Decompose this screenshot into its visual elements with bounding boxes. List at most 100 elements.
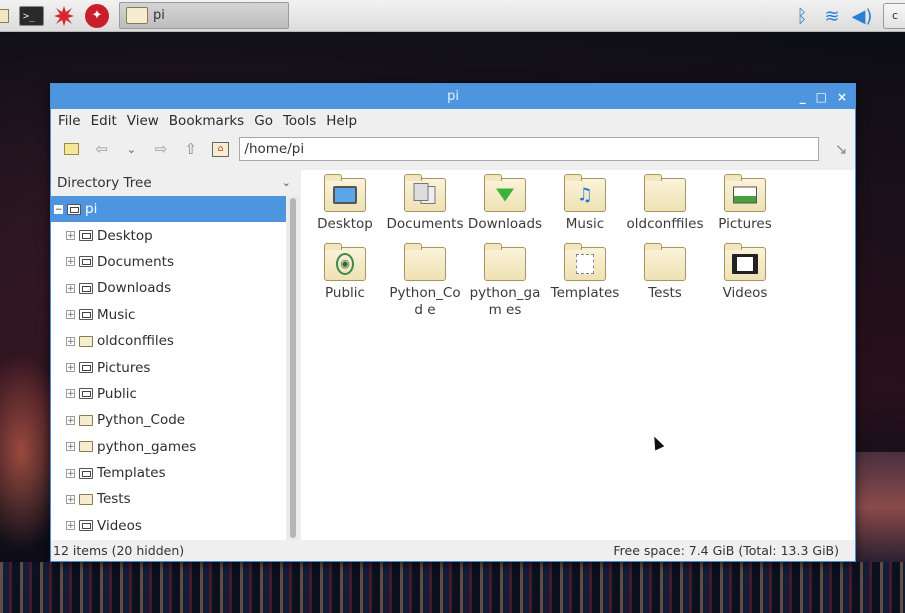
taskbar-window-button[interactable]: pi xyxy=(119,2,289,29)
up-button[interactable]: ⇧ xyxy=(178,136,204,162)
expand-icon[interactable]: + xyxy=(66,494,75,504)
mathematica-launcher[interactable]: ✦ xyxy=(84,4,110,28)
window-title: pi xyxy=(447,89,459,104)
expand-icon[interactable]: + xyxy=(66,389,75,399)
menu-bookmarks[interactable]: Bookmarks xyxy=(164,113,249,129)
folder-item-label: Desktop xyxy=(317,216,373,232)
menu-file[interactable]: File xyxy=(53,113,86,129)
folder-icon xyxy=(484,243,526,281)
forward-arrow-icon: ⇨ xyxy=(154,140,168,158)
folder-item-tests[interactable]: Tests xyxy=(625,243,705,302)
close-button[interactable]: × xyxy=(837,90,847,104)
folder-item-python-code[interactable]: Python_Cod e xyxy=(385,243,465,319)
free-space-status: Free space: 7.4 GiB (Total: 13.3 GiB) xyxy=(613,543,839,558)
tree-item-label: Pictures xyxy=(97,359,151,376)
toolbar: ⇦ ⌄ ⇨ ⇧ ⌂ /home/pi ↘ xyxy=(51,133,855,165)
back-arrow-icon: ⇦ xyxy=(95,140,108,158)
tree-scrollbar[interactable] xyxy=(287,196,299,540)
volume-icon[interactable]: ◀) xyxy=(847,6,877,27)
expand-icon[interactable]: + xyxy=(66,231,75,241)
folder-item-templates[interactable]: Templates xyxy=(545,243,625,302)
tree-item-python-code[interactable]: + Python_Code xyxy=(51,407,286,433)
tree-item-label: oldconffiles xyxy=(97,333,174,350)
terminal-launcher[interactable]: >_ xyxy=(18,4,45,28)
pictures-folder-icon xyxy=(79,362,93,374)
tree-item-oldconffiles[interactable]: + oldconffiles xyxy=(51,328,286,354)
wolfram-launcher[interactable] xyxy=(52,4,76,28)
folder-item-label: Videos xyxy=(722,285,768,301)
window-controls: _ □ × xyxy=(800,84,847,109)
tree-item-label: python_games xyxy=(97,438,197,455)
expand-icon[interactable]: + xyxy=(66,283,75,293)
history-dropdown-button[interactable]: ⌄ xyxy=(118,136,144,162)
folder-view: Desktop Documents Downloads ♫ Music oldc… xyxy=(301,170,855,540)
menu-edit[interactable]: Edit xyxy=(86,113,122,129)
wifi-icon[interactable]: ≋ xyxy=(817,6,847,27)
menu-tools[interactable]: Tools xyxy=(278,113,321,129)
expand-icon[interactable]: + xyxy=(66,310,75,320)
expand-icon[interactable]: + xyxy=(66,415,75,425)
tree-item-tests[interactable]: + Tests xyxy=(51,486,286,512)
tree-item-python-games[interactable]: + python_games xyxy=(51,434,286,460)
folder-item-label: Python_Cod e xyxy=(389,285,461,318)
folder-item-pictures[interactable]: Pictures xyxy=(705,174,785,233)
folder-item-downloads[interactable]: Downloads xyxy=(465,174,545,233)
home-button[interactable]: ⌂ xyxy=(208,136,234,162)
chevron-down-icon: ⌄ xyxy=(126,142,136,156)
side-pane-mode-selector[interactable]: Directory Tree ⌄ xyxy=(51,170,299,195)
panel-overflow-button[interactable]: c xyxy=(883,3,905,29)
expand-icon[interactable]: + xyxy=(66,442,75,452)
tree-item-downloads[interactable]: + Downloads xyxy=(51,275,286,301)
minimize-button[interactable]: _ xyxy=(800,90,806,104)
new-folder-icon xyxy=(64,143,80,155)
expand-icon[interactable]: + xyxy=(66,521,75,531)
tree-item-pi[interactable]: − pi xyxy=(51,196,286,223)
folder-item-public[interactable]: ◉ Public xyxy=(305,243,385,302)
expand-icon[interactable]: + xyxy=(66,336,75,346)
chevron-down-icon: ⌄ xyxy=(281,176,291,189)
go-arrow-icon: ↘ xyxy=(834,140,848,158)
folder-item-desktop[interactable]: Desktop xyxy=(305,174,385,233)
maximize-button[interactable]: □ xyxy=(816,90,827,104)
menu-view[interactable]: View xyxy=(122,113,164,129)
menu-help[interactable]: Help xyxy=(321,113,362,129)
tree-scrollbar-thumb[interactable] xyxy=(290,198,296,538)
side-pane-mode-label: Directory Tree xyxy=(57,174,152,191)
home-folder-icon xyxy=(67,203,81,215)
menu-go[interactable]: Go xyxy=(249,113,278,129)
tree-item-label: Public xyxy=(97,385,137,402)
bluetooth-icon[interactable]: ᛒ xyxy=(787,6,817,27)
go-button[interactable]: ↘ xyxy=(827,140,855,158)
location-bar[interactable]: /home/pi xyxy=(239,137,820,161)
folder-item-videos[interactable]: Videos xyxy=(705,243,785,302)
expand-icon[interactable]: + xyxy=(66,257,75,267)
directory-tree: − pi + Desktop + Documents + Downloads +… xyxy=(51,196,286,540)
window-titlebar[interactable]: pi _ □ × xyxy=(51,84,855,109)
folder-item-documents[interactable]: Documents xyxy=(385,174,465,233)
expand-icon[interactable]: + xyxy=(66,468,75,478)
background-water-reflection xyxy=(0,562,905,613)
new-tab-button[interactable] xyxy=(59,136,85,162)
tree-item-music[interactable]: + Music xyxy=(51,302,286,328)
folder-item-label: Documents xyxy=(386,216,464,232)
up-arrow-icon: ⇧ xyxy=(184,140,198,158)
forward-button[interactable]: ⇨ xyxy=(148,136,174,162)
folder-item-python-games[interactable]: python_gam es xyxy=(465,243,545,319)
public-folder-icon: ◉ xyxy=(324,243,366,281)
tree-item-documents[interactable]: + Documents xyxy=(51,249,286,275)
back-button[interactable]: ⇦ xyxy=(89,136,115,162)
tree-item-public[interactable]: + Public xyxy=(51,381,286,407)
collapse-icon[interactable]: − xyxy=(54,204,63,214)
file-manager-launcher[interactable] xyxy=(0,4,10,28)
tree-item-templates[interactable]: + Templates xyxy=(51,460,286,486)
folder-item-oldconffiles[interactable]: oldconffiles xyxy=(625,174,705,233)
tree-item-desktop[interactable]: + Desktop xyxy=(51,222,286,248)
expand-icon[interactable]: + xyxy=(66,363,75,373)
folder-icon xyxy=(644,243,686,281)
folder-item-label: Downloads xyxy=(467,216,543,232)
tree-item-pictures[interactable]: + Pictures xyxy=(51,354,286,380)
tree-item-videos[interactable]: + Videos xyxy=(51,513,286,539)
top-panel: >_ ✦ pi ᛒ ≋ ◀) c xyxy=(0,0,905,32)
folder-item-music[interactable]: ♫ Music xyxy=(545,174,625,233)
folder-item-label: Music xyxy=(565,216,605,232)
